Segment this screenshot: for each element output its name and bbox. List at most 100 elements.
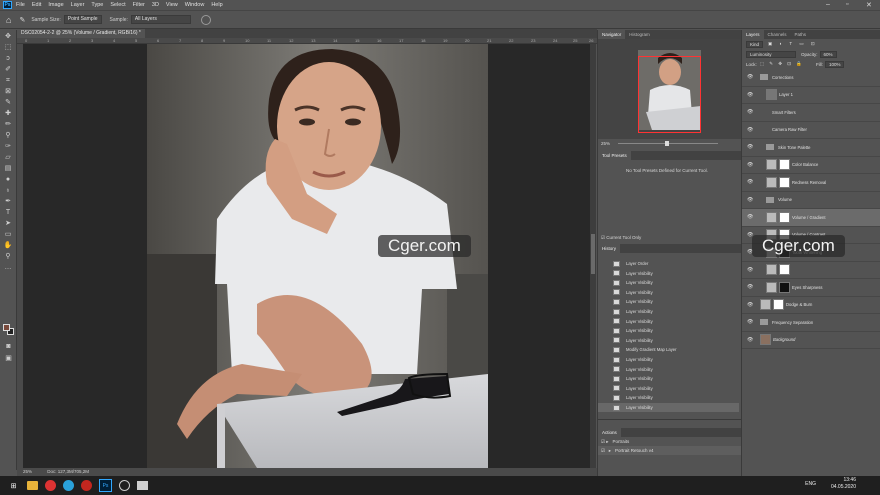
menu-type[interactable]: Type (91, 2, 103, 8)
layer-row[interactable]: 👁 Camera Raw Filter (742, 122, 880, 139)
move-tool-icon[interactable]: ✥ (3, 33, 14, 41)
tab-history[interactable]: History (598, 244, 621, 253)
photoshop-taskbar-icon[interactable]: Ps (99, 479, 112, 492)
menu-edit[interactable]: Edit (32, 2, 41, 8)
quick-select-tool-icon[interactable]: ✐ (3, 66, 14, 74)
menu-help[interactable]: Help (211, 2, 222, 8)
blur-tool-icon[interactable]: ● (3, 176, 14, 184)
visibility-eye-icon[interactable]: 👁 (747, 127, 753, 133)
clone-stamp-tool-icon[interactable]: ⚲ (3, 132, 14, 140)
frame-tool-icon[interactable]: ⊠ (3, 88, 14, 96)
layer-mask-thumbnail[interactable] (779, 176, 790, 188)
tab-channels[interactable]: Channels (764, 30, 791, 39)
visibility-eye-icon[interactable]: 👁 (747, 337, 753, 343)
visibility-eye-icon[interactable]: 👁 (747, 109, 753, 115)
shape-tool-icon[interactable]: ▭ (3, 231, 14, 239)
zoom-tool-icon[interactable]: ⚲ (3, 253, 14, 261)
history-item[interactable]: Layer Visibility (598, 403, 739, 412)
layer-kind-select[interactable]: Kind (746, 40, 764, 48)
layer-filter-icons[interactable]: ▣ ◐ T ▭ ⊡ (768, 41, 818, 47)
lock-icons[interactable]: ⬚ ✎ ✥ ⊡ 🔒 (760, 61, 804, 67)
language-indicator[interactable]: ENG (805, 481, 816, 487)
layer-row[interactable]: 👁 Corrections (742, 69, 880, 87)
visibility-eye-icon[interactable]: 👁 (747, 179, 753, 185)
quick-mask-icon[interactable]: ◙ (3, 343, 14, 351)
media-player-icon[interactable] (81, 480, 92, 491)
hand-tool-icon[interactable]: ✋ (3, 242, 14, 250)
layer-mask-thumbnail[interactable] (779, 281, 790, 293)
history-item[interactable]: Layer Visibility (598, 374, 739, 383)
eyedropper-tool-icon[interactable]: ✎ (3, 99, 14, 107)
fill-input[interactable]: 100% (824, 60, 845, 68)
layer-row[interactable]: 👁 (742, 262, 880, 279)
history-item[interactable]: Layer Visibility (598, 355, 739, 364)
blend-mode-select[interactable]: Luminosity (746, 50, 796, 58)
tab-paths[interactable]: Paths (791, 30, 811, 39)
visibility-eye-icon[interactable]: 👁 (747, 267, 753, 273)
layer-row[interactable]: 👁 Background (742, 332, 880, 349)
sample-size-select[interactable]: Point Sample (63, 15, 102, 24)
layer-row[interactable]: 👁 Color Balance (742, 157, 880, 174)
scrollbar-thumb[interactable] (591, 234, 595, 274)
menu-file[interactable]: File (16, 2, 25, 8)
file-explorer-icon[interactable] (27, 481, 38, 490)
history-item[interactable]: Layer Visibility (598, 288, 739, 297)
layer-row[interactable]: 👁 Skin Tone Palette (742, 139, 880, 157)
history-item[interactable]: Layer Visibility (598, 297, 739, 306)
dodge-tool-icon[interactable]: ♁ (3, 187, 14, 195)
minimize-icon[interactable]: – (826, 1, 830, 8)
history-item[interactable]: Layer Visibility (598, 384, 739, 393)
menu-layer[interactable]: Layer (71, 2, 85, 8)
visibility-eye-icon[interactable]: 👁 (747, 197, 753, 203)
navigator-zoom-slider[interactable] (618, 141, 719, 146)
history-item[interactable]: Layer Visibility (598, 317, 739, 326)
visibility-eye-icon[interactable]: 👁 (747, 284, 753, 290)
layer-row[interactable]: 👁 Smart Filters (742, 104, 880, 122)
telegram-icon[interactable] (63, 480, 74, 491)
type-tool-icon[interactable]: T (3, 209, 14, 217)
healing-tool-icon[interactable]: ✚ (3, 110, 14, 118)
tab-layers[interactable]: Layers (742, 30, 764, 39)
layer-mask-thumbnail[interactable] (779, 211, 790, 223)
app-icon[interactable] (119, 480, 130, 491)
navigator-view-box[interactable] (638, 56, 701, 133)
history-item[interactable]: Layer Visibility (598, 307, 739, 316)
visibility-eye-icon[interactable]: 👁 (747, 319, 753, 325)
history-item[interactable]: Layer Visibility (598, 278, 739, 287)
history-item[interactable]: Layer Visibility (598, 269, 739, 278)
layer-row[interactable]: 👁 Frequency Separation (742, 314, 880, 332)
layer-row[interactable]: 👁 Layer 1 (742, 87, 880, 104)
visibility-eye-icon[interactable]: 👁 (747, 74, 753, 80)
more-tools-icon[interactable]: … (3, 264, 14, 272)
home-icon[interactable]: ⌂ (6, 15, 11, 25)
chrome-icon[interactable] (45, 480, 56, 491)
layer-row[interactable]: 👁 Volume (742, 192, 880, 209)
layer-mask-thumbnail[interactable] (779, 264, 790, 276)
navigator-preview[interactable] (598, 39, 741, 139)
layer-mask-thumbnail[interactable] (779, 159, 790, 171)
history-item[interactable]: Layer Visibility (598, 326, 739, 335)
folder-app-icon[interactable] (137, 481, 148, 490)
history-brush-tool-icon[interactable]: ✑ (3, 143, 14, 151)
layer-row[interactable]: 👁 Volume / Gradient (742, 209, 880, 227)
menu-image[interactable]: Image (48, 2, 63, 8)
eraser-tool-icon[interactable]: ▱ (3, 154, 14, 162)
visibility-eye-icon[interactable]: 👁 (747, 162, 753, 168)
menu-3d[interactable]: 3D (152, 2, 159, 8)
zoom-slider-handle[interactable] (665, 141, 670, 146)
status-zoom[interactable]: 25% (23, 469, 32, 474)
tab-actions[interactable]: Actions (598, 428, 621, 437)
sample-select[interactable]: All Layers (130, 15, 191, 24)
foreground-color-swatch[interactable] (3, 324, 10, 331)
gradient-tool-icon[interactable]: ▤ (3, 165, 14, 173)
history-item[interactable]: Layer Visibility (598, 393, 739, 402)
navigator-zoom-value[interactable]: 25% (601, 141, 610, 146)
layer-row[interactable]: 👁 Redness Removal (742, 174, 880, 192)
pen-tool-icon[interactable]: ✒ (3, 198, 14, 206)
lasso-tool-icon[interactable]: ↄ (3, 55, 14, 63)
visibility-eye-icon[interactable]: 👁 (747, 144, 753, 150)
menu-filter[interactable]: Filter (133, 2, 145, 8)
current-tool-only-checkbox[interactable]: ☑ Current Tool Only (601, 235, 641, 241)
document-tab[interactable]: DSC02054-2-2 @ 25% (Volume / Gradient, R… (17, 29, 145, 45)
eyedropper-icon[interactable]: ✎ (19, 16, 25, 24)
